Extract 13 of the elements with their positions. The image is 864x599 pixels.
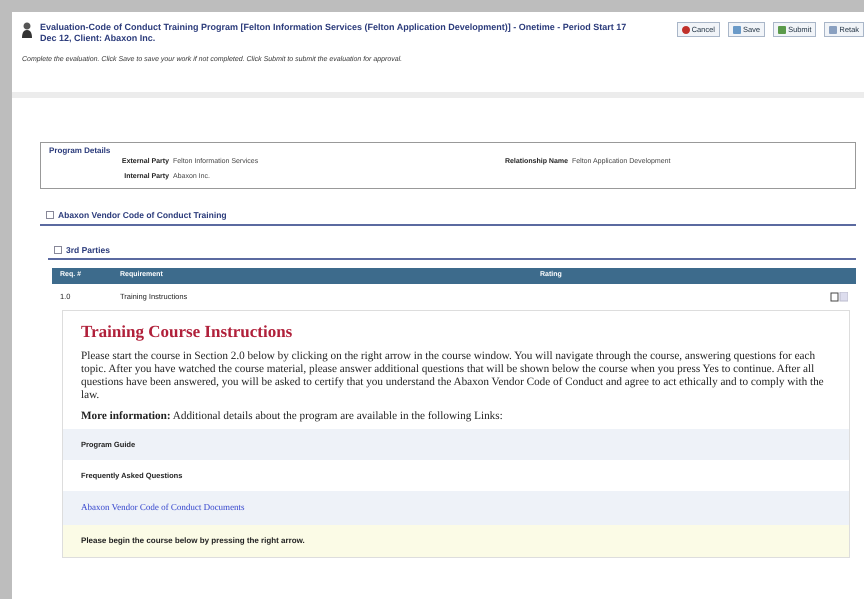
collapse-icon[interactable]: [54, 246, 62, 254]
instructions-paragraph: Please start the course in Section 2.0 below by clicking on the right arrow in the course window. You will navigate through the course, answering questions for each topic. After you have watched the course material, please answer additional questions that will be shown below the course when you press Yes to continue. After all questions have been answered, you will be asked to certify that you understand the Abaxon Vendor Code of Conduct and agree to act ethically and to comply with the law.: [80, 350, 825, 402]
more-info-text: More information: Additional details about the program are available in the following Links:: [80, 410, 504, 423]
page-title: Evaluation-Code of Conduct Training Program [Felton Information Services (Felton Application Development)] - Onetime - Period Start 17 Dec 12, Client: Abaxon Inc.: [40, 22, 628, 44]
section-title[interactable]: Abaxon Vendor Code of Conduct Training: [58, 209, 227, 222]
note-text: Please begin the course below by pressing the right arrow.: [81, 536, 305, 545]
document-icon[interactable]: [830, 290, 848, 302]
collapse-icon[interactable]: [46, 211, 54, 220]
section-title[interactable]: 3rd Parties: [66, 244, 110, 256]
person-icon: [22, 22, 32, 38]
instructions-heading: Training Course Instructions: [80, 320, 294, 343]
panel-legend: Program Details: [49, 145, 847, 157]
document-link[interactable]: Abaxon Vendor Code of Conduct Documents: [81, 502, 245, 512]
